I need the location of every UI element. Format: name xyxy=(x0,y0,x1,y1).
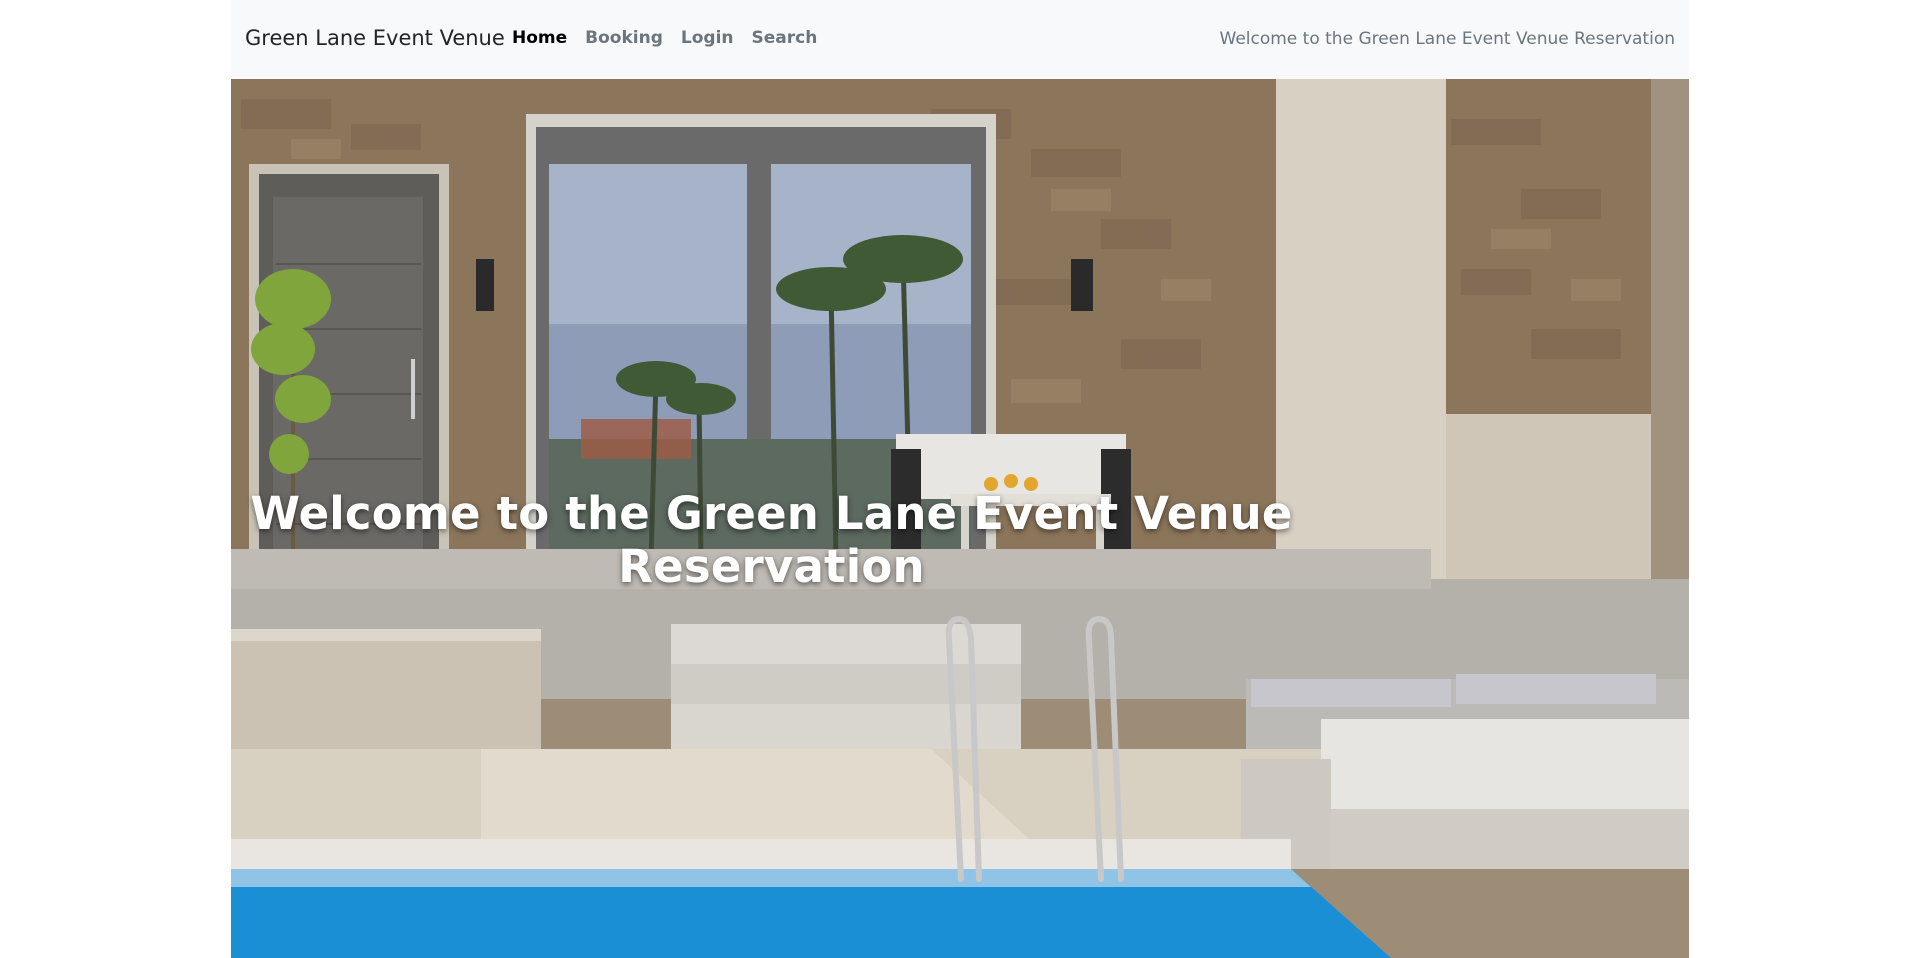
brand-link[interactable]: Green Lane Event Venue xyxy=(245,26,505,50)
nav-link-search[interactable]: Search xyxy=(752,28,818,48)
nav-link-login[interactable]: Login xyxy=(681,28,734,48)
nav-links: Home Booking Login Search xyxy=(512,28,835,48)
navbar: Green Lane Event Venue Home Booking Logi… xyxy=(231,0,1689,79)
navbar-welcome-text: Welcome to the Green Lane Event Venue Re… xyxy=(1219,29,1676,49)
page: Green Lane Event Venue Home Booking Logi… xyxy=(231,0,1689,958)
hero-section: Welcome to the Green Lane Event Venue Re… xyxy=(231,79,1689,958)
hero-title: Welcome to the Green Lane Event Venue Re… xyxy=(250,487,1293,593)
nav-link-booking[interactable]: Booking xyxy=(585,28,663,48)
nav-link-home[interactable]: Home xyxy=(512,28,567,48)
